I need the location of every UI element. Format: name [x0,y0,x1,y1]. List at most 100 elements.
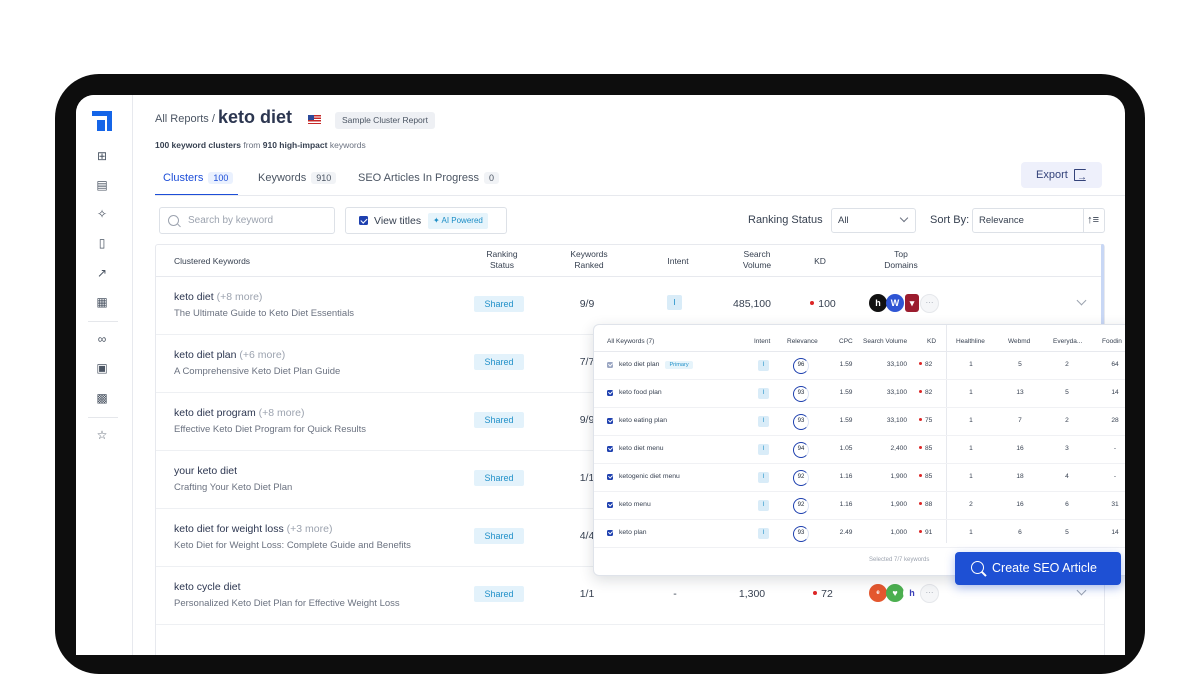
keyword-checkbox[interactable] [607,418,613,424]
us-flag-icon [308,115,321,124]
tab-clusters[interactable]: Clusters 100 [163,172,234,196]
tab-seo-articles[interactable]: SEO Articles In Progress 0 [358,172,500,196]
intent-value: - [673,588,677,600]
keyword-checkbox[interactable] [607,502,613,508]
col-top-domains[interactable]: Top Domains [871,249,931,271]
popup-col-search-volume[interactable]: Search Volume [863,338,907,345]
popup-col-kd[interactable]: KD [927,338,936,345]
popup-keyword-row[interactable]: keto plan I 93 2.49 1,000 91 1 6 5 14 [594,520,1125,548]
magic-wand-icon[interactable]: ✧ [95,207,109,221]
popup-keyword-row[interactable]: keto menu I 92 1.16 1,900 88 2 16 6 31 [594,492,1125,520]
popup-keyword-row[interactable]: ketogenic diet menu I 92 1.16 1,900 85 1… [594,464,1125,492]
app-logo[interactable] [92,111,112,131]
volume-value: 33,100 [886,417,907,424]
col-search-volume[interactable]: Search Volume [732,249,782,271]
volume-value: 1,000 [890,529,907,536]
breadcrumb-parent[interactable]: All Reports / [155,113,215,125]
cluster-title: The Ultimate Guide to Keto Diet Essentia… [174,308,355,319]
cluster-keywords-popup: All Keywords (7) Intent Relevance CPC Se… [593,324,1125,576]
cluster-keyword: keto diet plan (+6 more) [174,349,286,361]
ai-doc-icon[interactable]: ▣ [95,361,109,375]
popup-col-webmd[interactable]: Webmd [1008,338,1030,345]
ranking-status-select[interactable]: All [831,208,916,233]
sidebar: ⊞ ▤ ✧ ▯ ↗ ▦ ∞ ▣ ▩ ☆ [76,95,133,655]
popup-keyword-row[interactable]: keto diet plan Primary I 96 1.59 33,100 8… [594,352,1125,380]
volume-value: 1,900 [890,473,907,480]
sidebar-divider [88,321,118,322]
status-badge: Shared [474,412,524,428]
search-icon [168,215,179,226]
webmd-rank: 18 [1016,473,1024,480]
healthline-icon[interactable]: h [869,294,887,312]
healthline-icon[interactable]: h [903,584,921,602]
relevance-gauge: 92 [793,470,809,486]
cpc-value: 1.59 [839,361,853,368]
popup-keyword: ketogenic diet menu [619,473,680,480]
kd-value: 75 [919,417,932,424]
cpc-value: 1.16 [839,473,853,480]
document-edit-icon[interactable]: ▤ [95,178,109,192]
popup-col-intent[interactable]: Intent [754,338,770,345]
apple-heart-icon[interactable]: ♥ [886,584,904,602]
webmd-rank: 16 [1016,501,1024,508]
popup-keyword-row[interactable]: keto eating plan I 93 1.59 33,100 75 1 7… [594,408,1125,436]
cluster-keyword: your keto diet [174,465,238,477]
keyword-checkbox[interactable] [607,362,613,368]
kd-value: 85 [919,445,932,452]
sort-by-select[interactable]: Relevance ↑≡ [972,208,1105,233]
view-titles-toggle[interactable]: View titles ✦ AI Powered [345,207,507,234]
chart-line-icon[interactable]: ↗ [95,266,109,280]
view-titles-checkbox[interactable] [359,216,368,225]
popup-keyword-row[interactable]: keto food plan I 93 1.59 33,100 82 1 13 … [594,380,1125,408]
popup-keyword: keto food plan [619,389,662,396]
expand-chevron-icon[interactable] [1076,295,1087,306]
popup-col-healthline[interactable]: Healthline [956,338,985,345]
everyday-health-icon[interactable]: e [869,584,887,602]
popup-col-relevance[interactable]: Relevance [787,338,818,345]
keyword-checkbox[interactable] [607,390,613,396]
popup-col-cpc[interactable]: CPC [839,338,853,345]
col-clustered-keywords[interactable]: Clustered Keywords [174,256,250,267]
image-gallery-icon[interactable]: ▩ [95,391,109,405]
link-icon[interactable]: ∞ [95,332,109,346]
star-sparkle-icon[interactable]: ☆ [95,428,109,442]
more-domains-button[interactable]: ··· [920,584,939,603]
expand-chevron-icon[interactable] [1076,585,1087,596]
chevron-down-icon [899,213,909,223]
clipboard-icon[interactable]: ▯ [95,236,109,250]
volume-value: 1,900 [890,501,907,508]
popup-col-foodin[interactable]: Foodin [1102,338,1122,345]
selected-count: Selected 7/7 keywords [869,557,930,563]
status-badge: Shared [474,528,524,544]
foodin-rank: 14 [1111,389,1119,396]
table-scrollbar[interactable] [1101,244,1104,332]
col-kd[interactable]: KD [805,256,835,267]
popup-keyword: keto menu [619,501,651,508]
everyday-rank: 2 [1065,417,1069,424]
dashboard-grid-icon[interactable]: ⊞ [95,149,109,163]
export-button[interactable]: Export [1021,162,1102,191]
webmd-icon[interactable]: W [886,294,904,312]
tabs-divider [155,195,1125,196]
popup-col-all-keywords[interactable]: All Keywords (7) [607,338,654,345]
intent-badge: I [758,388,769,399]
cpc-value: 1.16 [839,501,853,508]
keyword-checkbox[interactable] [607,530,613,536]
tab-keywords[interactable]: Keywords 910 [258,172,337,196]
report-icon[interactable]: ▦ [95,295,109,309]
popup-keyword-row[interactable]: keto diet menu I 94 1.05 2,400 85 1 16 3… [594,436,1125,464]
popup-col-everyday[interactable]: Everyda... [1053,338,1082,345]
col-intent[interactable]: Intent [653,256,703,267]
keyword-checkbox[interactable] [607,446,613,452]
col-ranking-status[interactable]: Ranking Status [474,249,530,271]
create-seo-article-button[interactable]: Create SEO Article [955,552,1121,585]
more-domains-button[interactable]: ··· [920,294,939,313]
cluster-keyword: keto diet program (+8 more) [174,407,305,419]
keyword-checkbox[interactable] [607,474,613,480]
harvard-shield-icon[interactable]: ▾ [905,294,919,312]
search-input[interactable]: Search by keyword [159,207,335,234]
healthline-rank: 1 [969,529,973,536]
sort-order-icon[interactable]: ↑≡ [1087,213,1099,227]
col-keywords-ranked[interactable]: Keywords Ranked [559,249,619,271]
kd-value: 82 [919,389,932,396]
